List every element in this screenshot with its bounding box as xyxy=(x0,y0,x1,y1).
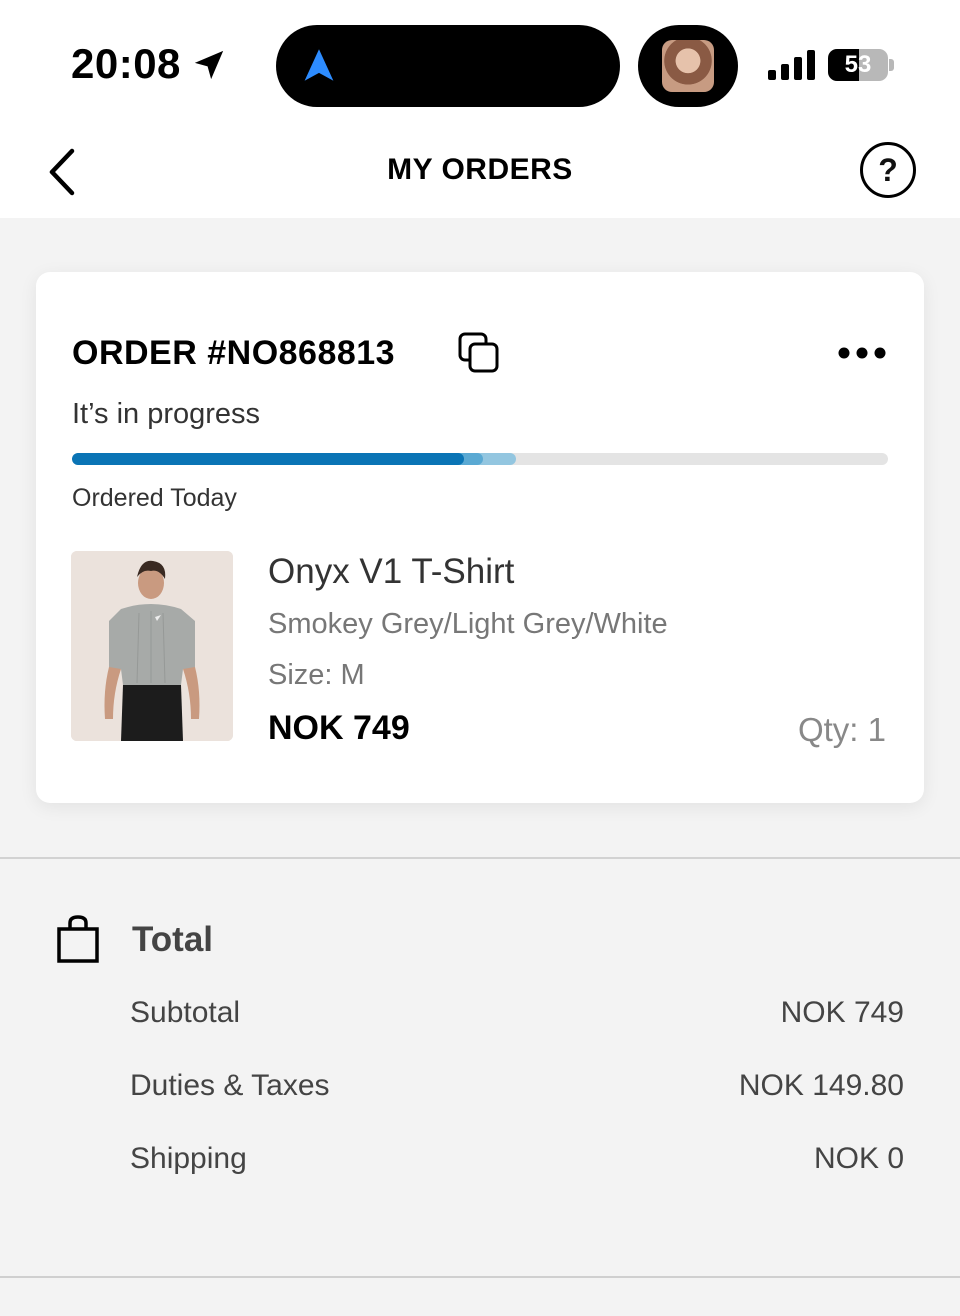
subtotal-value: NOK 749 xyxy=(780,996,904,1029)
battery-tip xyxy=(889,59,894,71)
order-progress-bar xyxy=(72,453,888,465)
nav-bar: MY ORDERS ? xyxy=(0,125,960,218)
copy-icon[interactable] xyxy=(458,332,500,374)
page-title: MY ORDERS xyxy=(387,153,573,186)
product-image[interactable] xyxy=(71,551,233,741)
product-qty: Qty: 1 xyxy=(797,711,886,748)
signal-icon xyxy=(768,50,815,80)
more-icon[interactable] xyxy=(836,340,888,366)
status-time: 20:08 xyxy=(71,40,181,87)
battery-level: 53 xyxy=(844,51,872,78)
product-price: NOK 749 xyxy=(268,709,410,747)
navigation-icon xyxy=(304,49,334,81)
shopping-bag-icon xyxy=(57,915,99,963)
order-status: It’s in progress xyxy=(72,398,261,430)
total-heading: Total xyxy=(132,920,214,959)
ordered-date: Ordered Today xyxy=(72,484,237,512)
duties-taxes-value: NOK 149.80 xyxy=(738,1069,904,1102)
product-size: Size: M xyxy=(268,659,365,691)
duties-taxes-label: Duties & Taxes xyxy=(130,1069,330,1102)
section-divider xyxy=(0,857,960,859)
progress-fill xyxy=(72,453,464,465)
product-color: Smokey Grey/Light Grey/White xyxy=(268,608,668,640)
product-name[interactable]: Onyx V1 T-Shirt xyxy=(268,552,514,592)
order-card[interactable]: ORDER #NO868813 It’s in progress Ordered… xyxy=(36,272,924,803)
battery-icon: 53 xyxy=(828,49,888,81)
help-icon[interactable]: ? xyxy=(860,142,916,198)
subtotal-label: Subtotal xyxy=(130,996,241,1029)
status-bar: 20:08 53 xyxy=(0,0,960,125)
now-playing-artwork xyxy=(662,40,714,92)
order-number: ORDER #NO868813 xyxy=(72,334,396,372)
shipping-label: Shipping xyxy=(130,1142,247,1175)
location-arrow-icon xyxy=(194,50,224,80)
section-divider-bottom xyxy=(0,1276,960,1278)
product-photo xyxy=(71,551,233,741)
shipping-value: NOK 0 xyxy=(813,1142,904,1175)
